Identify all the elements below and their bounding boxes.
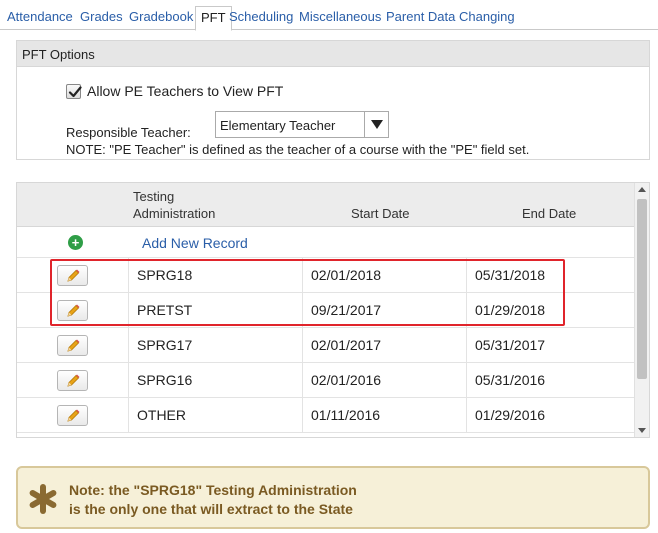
edit-cell bbox=[17, 293, 129, 327]
cell-end-date: 01/29/2018 bbox=[467, 293, 634, 327]
edit-button[interactable] bbox=[57, 265, 88, 286]
table-row: PRETST 09/21/2017 01/29/2018 bbox=[17, 293, 634, 328]
column-header-start-date[interactable]: Start Date bbox=[351, 206, 410, 221]
admin-name: PRETST bbox=[137, 302, 193, 318]
end-date: 01/29/2018 bbox=[475, 302, 546, 318]
cell-testing-administration: SPRG18 bbox=[129, 258, 303, 292]
table-header: Testing Administration Start Date End Da… bbox=[17, 183, 634, 227]
edit-cell bbox=[17, 398, 129, 432]
tab-bar: Attendance Grades Gradebook PFT Scheduli… bbox=[0, 0, 658, 31]
end-date: 05/31/2018 bbox=[475, 267, 546, 283]
asterisk-icon bbox=[29, 484, 57, 514]
edit-button[interactable] bbox=[57, 300, 88, 321]
end-date: 05/31/2016 bbox=[475, 372, 546, 388]
column-header-line: Administration bbox=[133, 206, 216, 221]
pencil-icon bbox=[66, 269, 79, 282]
allow-pe-label: Allow PE Teachers to View PFT bbox=[87, 83, 284, 99]
scroll-thumb[interactable] bbox=[637, 199, 647, 379]
cell-start-date: 02/01/2018 bbox=[303, 258, 467, 292]
cell-end-date: 05/31/2016 bbox=[467, 363, 634, 397]
start-date: 02/01/2016 bbox=[311, 372, 382, 388]
note-line-2: is the only one that will extract to the… bbox=[69, 501, 353, 517]
note-box: Note: the "SPRG18" Testing Administratio… bbox=[16, 466, 650, 529]
pft-options-header: PFT Options bbox=[17, 41, 649, 67]
pencil-icon bbox=[66, 374, 79, 387]
cell-testing-administration: OTHER bbox=[129, 398, 303, 432]
checkmark-icon bbox=[68, 85, 82, 97]
start-date: 09/21/2017 bbox=[311, 302, 382, 318]
cell-start-date: 01/11/2016 bbox=[303, 398, 467, 432]
cell-start-date: 02/01/2016 bbox=[303, 363, 467, 397]
triangle-down-icon bbox=[370, 120, 383, 129]
table-body: SPRG18 02/01/2018 05/31/2018 PRETST 09/2… bbox=[17, 258, 634, 433]
pft-options-panel: PFT Options Allow PE Teachers to View PF… bbox=[16, 40, 650, 160]
scroll-up-arrow-icon[interactable] bbox=[638, 187, 646, 192]
edit-button[interactable] bbox=[57, 335, 88, 356]
start-date: 02/01/2017 bbox=[311, 337, 382, 353]
pencil-icon bbox=[66, 339, 79, 352]
column-header-end-date[interactable]: End Date bbox=[522, 206, 576, 221]
responsible-teacher-value: Elementary Teacher bbox=[220, 118, 336, 133]
start-date: 01/11/2016 bbox=[311, 407, 381, 423]
edit-cell bbox=[17, 363, 129, 397]
vertical-scrollbar[interactable] bbox=[634, 183, 649, 437]
allow-pe-row: Allow PE Teachers to View PFT bbox=[66, 83, 283, 99]
pe-teacher-note: NOTE: "PE Teacher" is defined as the tea… bbox=[66, 142, 530, 157]
column-header-testing-administration[interactable]: Testing Administration bbox=[133, 188, 215, 222]
dropdown-button[interactable] bbox=[364, 112, 388, 137]
tab-attendance[interactable]: Attendance bbox=[7, 9, 73, 24]
admin-name: OTHER bbox=[137, 407, 186, 423]
pencil-icon bbox=[66, 409, 79, 422]
add-icon[interactable]: + bbox=[68, 235, 83, 250]
edit-button[interactable] bbox=[57, 370, 88, 391]
tab-scheduling[interactable]: Scheduling bbox=[229, 9, 293, 24]
tab-parent-data-changing[interactable]: Parent Data Changing bbox=[386, 9, 515, 24]
cell-end-date: 01/29/2016 bbox=[467, 398, 634, 432]
testing-admin-table: Testing Administration Start Date End Da… bbox=[16, 182, 650, 438]
scroll-down-arrow-icon[interactable] bbox=[638, 428, 646, 433]
cell-end-date: 05/31/2017 bbox=[467, 328, 634, 362]
cell-testing-administration: SPRG17 bbox=[129, 328, 303, 362]
cell-end-date: 05/31/2018 bbox=[467, 258, 634, 292]
cell-testing-administration: SPRG16 bbox=[129, 363, 303, 397]
admin-name: SPRG18 bbox=[137, 267, 193, 283]
cell-start-date: 02/01/2017 bbox=[303, 328, 467, 362]
responsible-teacher-label: Responsible Teacher: bbox=[66, 125, 191, 140]
add-record-row: + Add New Record bbox=[17, 227, 634, 258]
start-date: 02/01/2018 bbox=[311, 267, 382, 283]
admin-name: SPRG17 bbox=[137, 337, 193, 353]
table-row: OTHER 01/11/2016 01/29/2016 bbox=[17, 398, 634, 433]
cell-testing-administration: PRETST bbox=[129, 293, 303, 327]
allow-pe-checkbox[interactable] bbox=[66, 83, 82, 99]
end-date: 01/29/2016 bbox=[475, 407, 546, 423]
table-row: SPRG17 02/01/2017 05/31/2017 bbox=[17, 328, 634, 363]
tab-miscellaneous[interactable]: Miscellaneous bbox=[299, 9, 381, 24]
tab-pft[interactable]: PFT bbox=[195, 6, 232, 31]
add-new-record-link[interactable]: Add New Record bbox=[142, 235, 248, 251]
end-date: 05/31/2017 bbox=[475, 337, 546, 353]
table-row: SPRG18 02/01/2018 05/31/2018 bbox=[17, 258, 634, 293]
admin-name: SPRG16 bbox=[137, 372, 193, 388]
responsible-teacher-select[interactable]: Elementary Teacher bbox=[215, 111, 389, 138]
table-row: SPRG16 02/01/2016 05/31/2016 bbox=[17, 363, 634, 398]
note-line-1: Note: the "SPRG18" Testing Administratio… bbox=[69, 482, 357, 498]
cell-start-date: 09/21/2017 bbox=[303, 293, 467, 327]
edit-button[interactable] bbox=[57, 405, 88, 426]
tab-gradebook[interactable]: Gradebook bbox=[129, 9, 193, 24]
column-header-line: Testing bbox=[133, 189, 175, 204]
edit-cell bbox=[17, 258, 129, 292]
pencil-icon bbox=[66, 304, 79, 317]
tab-grades[interactable]: Grades bbox=[80, 9, 123, 24]
edit-cell bbox=[17, 328, 129, 362]
note-text: Note: the "SPRG18" Testing Administratio… bbox=[69, 481, 357, 519]
